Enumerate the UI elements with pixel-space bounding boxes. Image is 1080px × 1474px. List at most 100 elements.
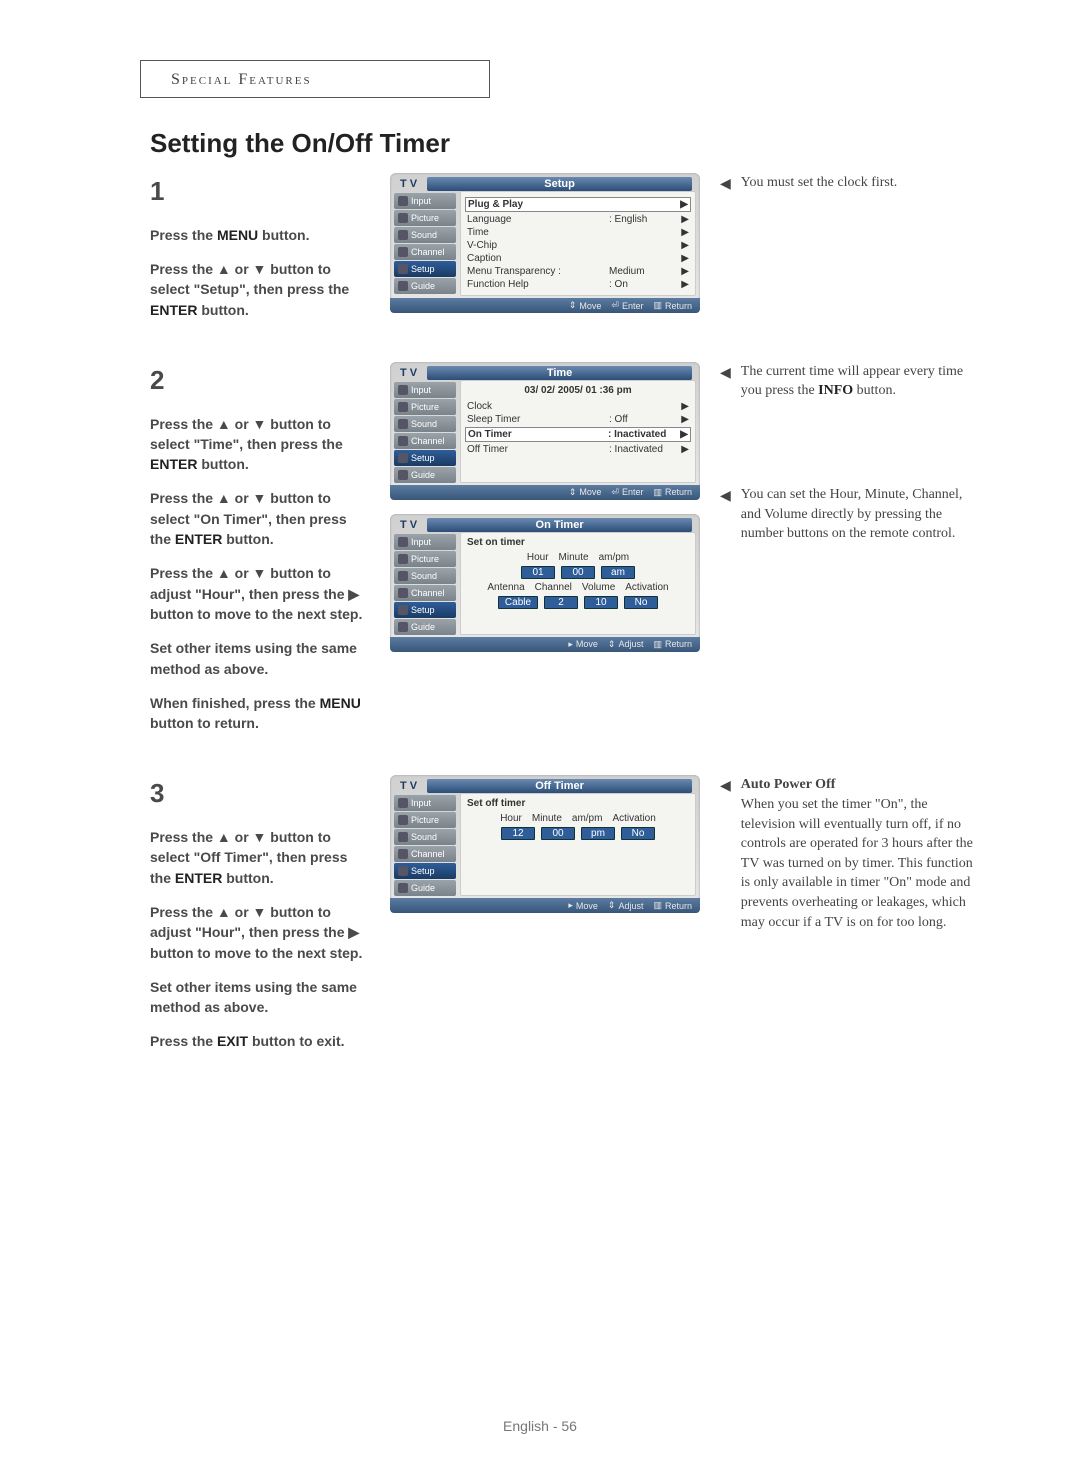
osd-tab-guide: Guide [394, 880, 456, 896]
osd-tab-setup: Setup [394, 863, 456, 879]
step2-p5: When finished, press the MENU button to … [150, 693, 370, 734]
osd-heading: Set off timer [467, 798, 689, 809]
step-number: 3 [150, 775, 370, 813]
osd-tabs: Input Picture Sound Channel Setup Guide [394, 793, 456, 896]
osd-off-timer: T VOff Timer Input Picture Sound Channel… [390, 775, 700, 913]
osd-footer: ⇕ Move⏎ Enter▥ Return [390, 298, 700, 313]
osd-title: Setup [427, 177, 692, 191]
osd-row: Function Help: On▶ [467, 278, 689, 291]
section-header: Special Features [140, 60, 490, 98]
osd-footer: ▸ Move⇕ Adjust▥ Return [390, 637, 700, 652]
osd-tab-guide: Guide [394, 467, 456, 483]
osd-tab-input: Input [394, 795, 456, 811]
note-marker-icon: ◀ [720, 364, 731, 401]
note: ◀ You can set the Hour, Minute, Channel,… [720, 485, 980, 544]
osd-on-timer: T VOn Timer Input Picture Sound Channel … [390, 514, 700, 652]
osd-tab-sound: Sound [394, 829, 456, 845]
note: ◀ The current time will appear every tim… [720, 362, 980, 401]
osd-tab-picture: Picture [394, 551, 456, 567]
note-title: Auto Power Off [741, 775, 980, 795]
osd-title: On Timer [427, 518, 692, 532]
note-text: You can set the Hour, Minute, Channel, a… [741, 485, 980, 544]
osd-row: Sleep Timer: Off▶ [467, 413, 689, 426]
osd-row: Off Timer: Inactivated▶ [467, 443, 689, 456]
osd-tabs: Input Picture Sound Channel Setup Guide [394, 191, 456, 296]
step-2-notes: ◀ The current time will appear every tim… [720, 362, 980, 748]
step1-p1: Press the MENU button. [150, 225, 370, 245]
osd-row: Language: English▶ [467, 213, 689, 226]
step-1-osd: T V Setup Input Picture Sound Channel Set… [390, 173, 700, 334]
note-text: The current time will appear every time … [741, 362, 980, 401]
step-1-instructions: 1 Press the MENU button. Press the ▲ or … [150, 173, 370, 334]
step-3-notes: ◀ Auto Power Off When you set the timer … [720, 775, 980, 1065]
step-1-notes: ◀ You must set the clock first. [720, 173, 980, 334]
osd-tab-channel: Channel [394, 244, 456, 260]
step3-p3: Set other items using the same method as… [150, 977, 370, 1018]
osd-tab-setup: Setup [394, 602, 456, 618]
step-3-instructions: 3 Press the ▲ or ▼ button to select "Off… [150, 775, 370, 1065]
osd-title: Time [427, 366, 692, 380]
osd-values: 1200pmNo [467, 827, 689, 840]
osd-footer: ⇕ Move⏎ Enter▥ Return [390, 485, 700, 500]
note-text: You must set the clock first. [741, 173, 980, 195]
step2-p3: Press the ▲ or ▼ button to adjust "Hour"… [150, 563, 370, 624]
step2-p4: Set other items using the same method as… [150, 638, 370, 679]
osd-tab-guide: Guide [394, 619, 456, 635]
osd-tv-label: T V [394, 177, 423, 191]
step3-p2: Press the ▲ or ▼ button to adjust "Hour"… [150, 902, 370, 963]
note-marker-icon: ◀ [720, 777, 731, 932]
osd-row: On Timer: Inactivated▶ [465, 427, 691, 442]
osd-tab-channel: Channel [394, 846, 456, 862]
step2-p2: Press the ▲ or ▼ button to select "On Ti… [150, 488, 370, 549]
osd-tab-input: Input [394, 193, 456, 209]
osd-time: T VTime Input Picture Sound Channel Setu… [390, 362, 700, 500]
osd-tab-sound: Sound [394, 568, 456, 584]
osd-cols: HourMinuteam/pmActivation [467, 813, 689, 824]
osd-tab-input: Input [394, 382, 456, 398]
osd-panel: Plug & Play▶ Language: English▶ Time▶ V-… [460, 191, 696, 296]
note: ◀ You must set the clock first. [720, 173, 980, 195]
osd-heading: Set on timer [467, 537, 689, 548]
step3-p1: Press the ▲ or ▼ button to select "Off T… [150, 827, 370, 888]
osd-tab-channel: Channel [394, 585, 456, 601]
osd-panel: 03/ 02/ 2005/ 01 :36 pm Clock▶ Sleep Tim… [460, 380, 696, 483]
note-text: Auto Power Off When you set the timer "O… [741, 775, 980, 932]
note-marker-icon: ◀ [720, 175, 731, 195]
step-number: 1 [150, 173, 370, 211]
osd-cols: AntennaChannelVolumeActivation [467, 582, 689, 593]
step3-p4: Press the EXIT button to exit. [150, 1031, 370, 1051]
document-page: Special Features Setting the On/Off Time… [0, 0, 1080, 1474]
page-number: English - 56 [0, 1418, 1080, 1434]
step-3: 3 Press the ▲ or ▼ button to select "Off… [150, 775, 1000, 1065]
osd-tabs: Input Picture Sound Channel Setup Guide [394, 532, 456, 635]
osd-row: Menu Transparency :Medium▶ [467, 265, 689, 278]
step2-p1: Press the ▲ or ▼ button to select "Time"… [150, 414, 370, 475]
osd-datetime: 03/ 02/ 2005/ 01 :36 pm [467, 385, 689, 396]
osd-tab-channel: Channel [394, 433, 456, 449]
osd-tab-setup: Setup [394, 261, 456, 277]
content-area: 1 Press the MENU button. Press the ▲ or … [150, 173, 1000, 1066]
step-2-instructions: 2 Press the ▲ or ▼ button to select "Tim… [150, 362, 370, 748]
osd-row: Clock▶ [467, 400, 689, 413]
page-title: Setting the On/Off Timer [150, 128, 1000, 159]
osd-tab-picture: Picture [394, 210, 456, 226]
osd-panel: Set on timer HourMinuteam/pm 0100am Ante… [460, 532, 696, 635]
osd-setup: T V Setup Input Picture Sound Channel Set… [390, 173, 700, 313]
osd-panel: Set off timer HourMinuteam/pmActivation … [460, 793, 696, 896]
osd-footer: ▸ Move⇕ Adjust▥ Return [390, 898, 700, 913]
step1-p2: Press the ▲ or ▼ button to select "Setup… [150, 259, 370, 320]
osd-values: Cable210No [467, 596, 689, 609]
osd-tabs: Input Picture Sound Channel Setup Guide [394, 380, 456, 483]
osd-row: Plug & Play▶ [465, 197, 691, 212]
step-1: 1 Press the MENU button. Press the ▲ or … [150, 173, 1000, 334]
note-marker-icon: ◀ [720, 487, 731, 544]
osd-row: V-Chip▶ [467, 239, 689, 252]
step-2: 2 Press the ▲ or ▼ button to select "Tim… [150, 362, 1000, 748]
osd-row: Caption▶ [467, 252, 689, 265]
osd-tab-guide: Guide [394, 278, 456, 294]
step-number: 2 [150, 362, 370, 400]
osd-tab-setup: Setup [394, 450, 456, 466]
osd-tab-sound: Sound [394, 227, 456, 243]
osd-cols: HourMinuteam/pm [467, 552, 689, 563]
osd-tab-picture: Picture [394, 812, 456, 828]
